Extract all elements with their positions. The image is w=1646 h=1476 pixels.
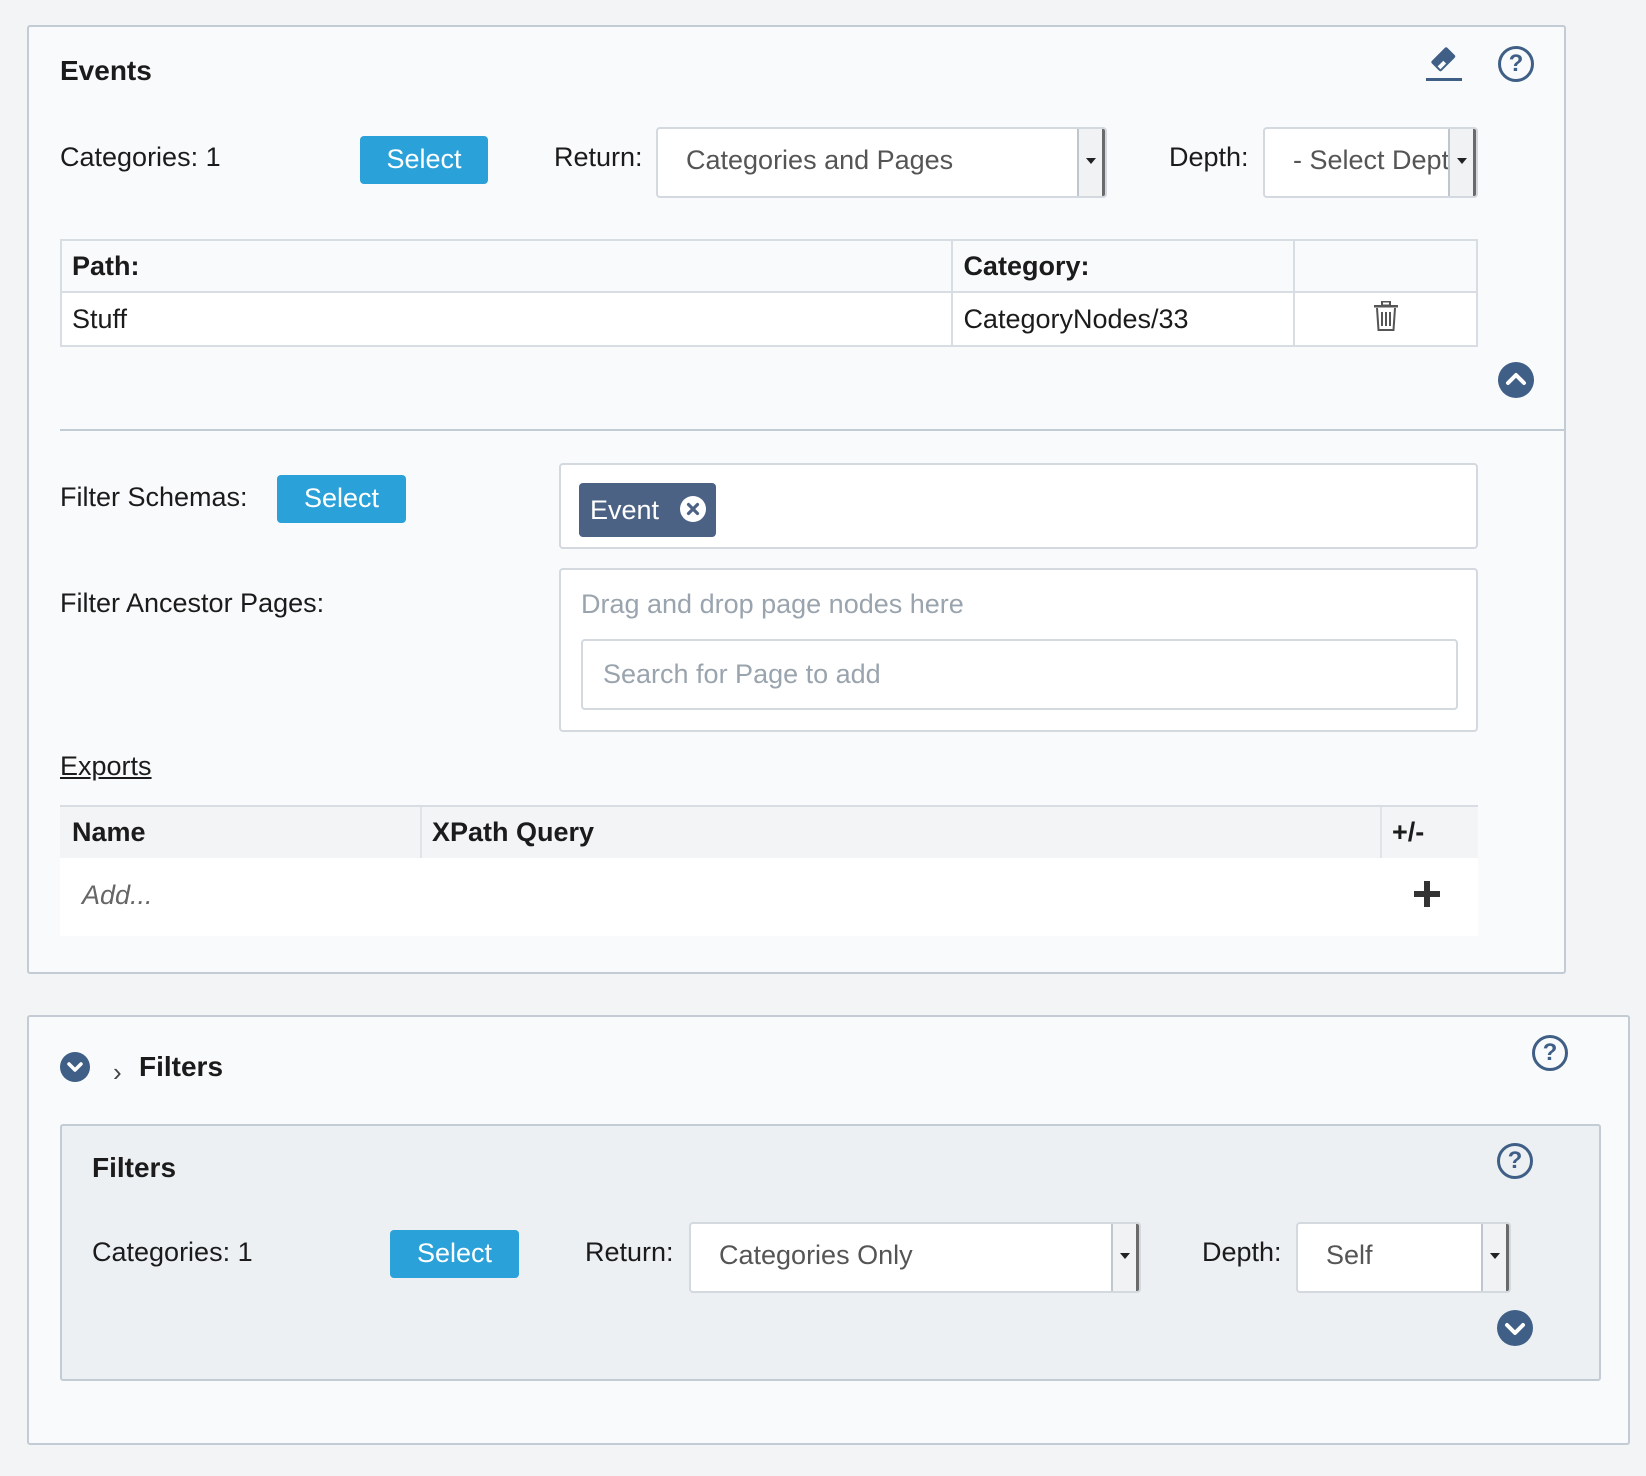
return-select-value: Categories and Pages — [686, 145, 954, 175]
ancestor-drop-zone[interactable]: Drag and drop page nodes here — [559, 568, 1478, 732]
chevron-down-icon[interactable] — [1497, 1310, 1533, 1346]
table-row: Stuff CategoryNodes/33 — [59, 291, 1478, 347]
exports-table: Name XPath Query +/- Add... — [60, 805, 1478, 936]
categories-count: Categories: 1 — [60, 142, 221, 172]
events-title: Events — [60, 55, 152, 86]
schema-tags-box: Event — [559, 463, 1478, 549]
return-label: Return: — [554, 142, 643, 172]
drop-hint: Drag and drop page nodes here — [581, 589, 964, 619]
chevron-down-icon — [1111, 1224, 1139, 1291]
trash-icon[interactable] — [1373, 300, 1399, 338]
export-add-name[interactable]: Add... — [82, 880, 153, 911]
inner-categories-select-button[interactable]: Select — [390, 1230, 519, 1278]
schema-tag: Event — [579, 483, 716, 537]
filter-schemas-select-button[interactable]: Select — [277, 475, 406, 523]
help-icon[interactable]: ? — [1497, 1143, 1533, 1179]
inner-depth-select[interactable]: Self — [1296, 1222, 1511, 1293]
category-header: Category: — [951, 239, 1296, 293]
return-select[interactable]: Categories and Pages — [656, 127, 1107, 198]
path-header: Path: — [59, 239, 954, 293]
depth-select[interactable]: - Select Depth - — [1263, 127, 1478, 198]
inner-depth-label: Depth: — [1202, 1237, 1282, 1267]
delete-cell — [1293, 291, 1478, 347]
events-panel: Events ? Categories: 1 Select Return: Ca… — [27, 25, 1566, 974]
chevron-up-icon[interactable] — [1498, 362, 1534, 398]
filters-inner-panel: Filters ? Categories: 1 Select Return: C… — [60, 1124, 1601, 1381]
chevron-down-icon[interactable] — [60, 1052, 90, 1082]
chevron-down-icon — [1077, 129, 1105, 196]
path-cell: Stuff — [59, 291, 954, 347]
add-remove-header: +/- — [1392, 817, 1425, 847]
filter-ancestor-label: Filter Ancestor Pages: — [60, 588, 325, 618]
section-divider — [60, 429, 1565, 431]
page-search-input[interactable] — [581, 639, 1458, 710]
name-header: Name — [72, 817, 146, 847]
schema-tag-label: Event — [590, 495, 660, 525]
chevron-down-icon — [1448, 129, 1476, 196]
actions-header — [1293, 239, 1478, 293]
filters-panel: › Filters ? Filters ? Categories: 1 Sele… — [27, 1015, 1630, 1445]
close-icon[interactable] — [680, 496, 706, 522]
filters-inner-title: Filters — [92, 1152, 177, 1183]
category-cell: CategoryNodes/33 — [951, 291, 1296, 347]
filters-breadcrumb-title: Filters — [139, 1051, 224, 1082]
exports-header-row: Name XPath Query +/- — [60, 807, 1478, 858]
depth-label: Depth: — [1169, 142, 1249, 172]
plus-icon[interactable] — [1413, 880, 1441, 908]
eraser-icon[interactable] — [1424, 42, 1464, 82]
inner-return-label: Return: — [585, 1237, 674, 1267]
chevron-right-icon: › — [113, 1057, 122, 1087]
inner-return-select[interactable]: Categories Only — [689, 1222, 1141, 1293]
categories-select-button[interactable]: Select — [360, 136, 488, 184]
help-icon[interactable]: ? — [1532, 1035, 1568, 1071]
xpath-header: XPath Query — [432, 817, 595, 847]
inner-categories-count: Categories: 1 — [92, 1237, 253, 1267]
inner-depth-select-value: Self — [1326, 1240, 1373, 1270]
chevron-down-icon — [1481, 1224, 1509, 1291]
inner-return-select-value: Categories Only — [719, 1240, 913, 1270]
categories-table: Path: Category: Stuff CategoryNodes/33 — [59, 239, 1478, 347]
filter-schemas-label: Filter Schemas: — [60, 482, 248, 512]
help-icon[interactable]: ? — [1498, 46, 1534, 82]
exports-link[interactable]: Exports — [60, 751, 152, 782]
